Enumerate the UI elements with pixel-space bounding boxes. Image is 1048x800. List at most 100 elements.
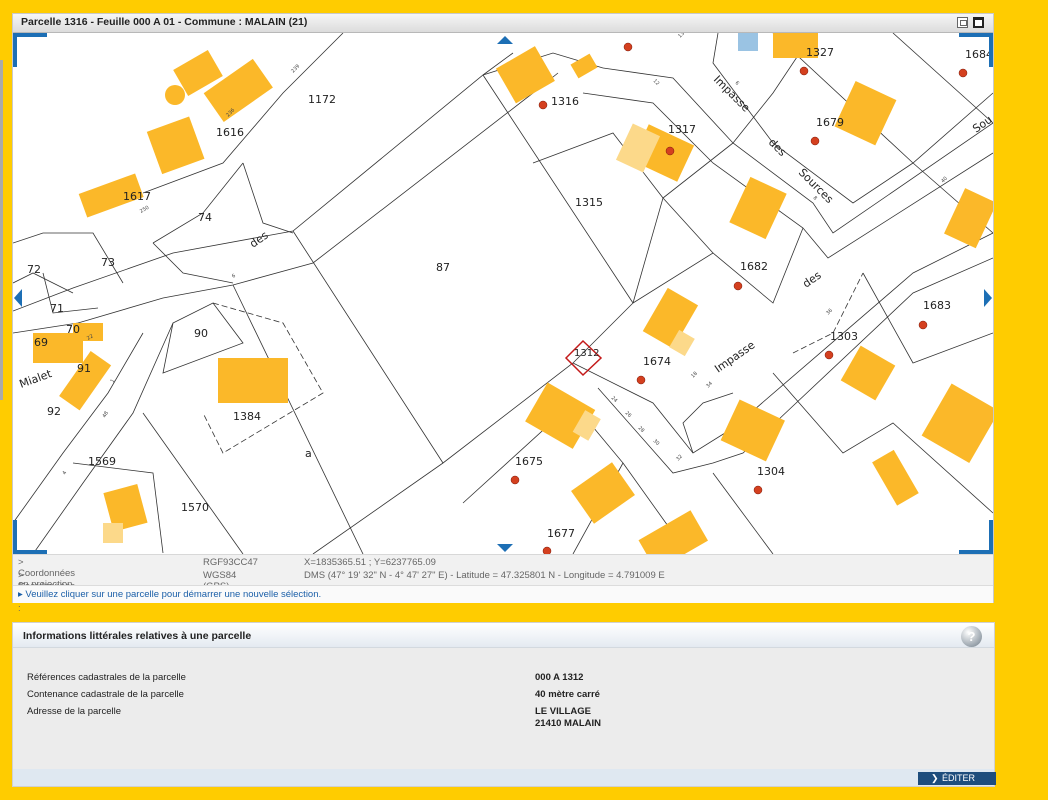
house-number: 13 (677, 33, 686, 39)
parcel-label: 1570 (181, 501, 209, 514)
house-number: 28 (637, 425, 646, 434)
pan-north-icon[interactable] (497, 36, 513, 44)
street-label: Mialet (18, 367, 55, 391)
chevron-right-icon: ❯ (931, 773, 939, 783)
cadastral-area-value: 40 mètre carré (535, 689, 600, 700)
parcel-label: 1317 (668, 123, 696, 136)
parcel-label: 90 (194, 327, 208, 340)
projection-value: X=1835365.51 ; Y=6237765.09 (304, 557, 436, 568)
parcel-label: 71 (50, 302, 64, 315)
parcel-label: 69 (34, 336, 48, 349)
status-bar: ▸ Veuillez cliquer sur une parcelle pour… (13, 585, 993, 603)
parcel-label: 1312 (574, 348, 599, 359)
parcel-label: 1304 (757, 465, 785, 478)
cadastral-reference-value: 000 A 1312 (535, 672, 584, 683)
map-panel: Parcelle 1316 - Feuille 000 A 01 - Commu… (12, 13, 994, 614)
house-number: 32 (675, 454, 684, 463)
street-label: des (247, 228, 271, 250)
parcel-address-label: Adresse de la parcelle (27, 706, 121, 717)
parcel-label: 91 (77, 362, 91, 375)
status-message: ▸ Veuillez cliquer sur une parcelle pour… (18, 589, 322, 600)
parcel-label: 1684 (965, 48, 993, 61)
house-number: 12 (652, 78, 661, 87)
projection-system: RGF93CC47 (203, 557, 258, 568)
house-number: 26 (624, 410, 633, 419)
house-number: 239 (290, 63, 301, 74)
parcel-label: 1303 (830, 330, 858, 343)
pan-west-icon[interactable] (14, 289, 22, 307)
map-title: Parcelle 1316 - Feuille 000 A 01 - Commu… (21, 16, 308, 28)
parcel-label: 87 (436, 261, 450, 274)
parcel-label: 1616 (216, 126, 244, 139)
parcel-label: 1316 (551, 95, 579, 108)
parcel-label: 1674 (643, 355, 671, 368)
house-number: 40 (940, 176, 949, 185)
parcel-boundary (312, 462, 444, 554)
parcel-boundary (152, 162, 244, 244)
street-label: Impasse (712, 338, 757, 375)
left-edge-shadow (0, 60, 3, 400)
building-layer (33, 33, 993, 554)
parcel-label: 1384 (233, 410, 261, 423)
parcel-label: 1327 (806, 46, 834, 59)
restore-window-icon[interactable] (957, 17, 968, 28)
parcel-label: 74 (198, 211, 212, 224)
parcel-boundary (892, 33, 993, 124)
house-number: 18 (690, 371, 699, 380)
house-number: 34 (705, 381, 714, 390)
cadastral-reference-label: Références cadastrales de la parcelle (27, 672, 186, 683)
maximize-window-icon[interactable] (973, 17, 984, 28)
house-number: 48 (102, 410, 110, 419)
house-number: 36 (825, 308, 834, 317)
house-number: 30 (652, 438, 661, 447)
geo-value: DMS (47° 19' 32" N - 4° 47' 27" E) - Lat… (304, 570, 665, 581)
edit-button[interactable]: ❯ ÉDITER (918, 772, 996, 785)
info-header: Informations littérales relatives à une … (13, 623, 994, 648)
parcel-label: a (305, 447, 312, 460)
cadastral-map[interactable]: 1172 1616 1617 74 73 72 71 70 69 91 92 9… (13, 33, 993, 554)
coordinates-bar: > Coordonnées en projection : RGF93CC47 … (13, 554, 993, 614)
info-title: Informations littérales relatives à une … (23, 630, 252, 642)
house-number: 6 (231, 273, 237, 280)
house-number: 1 (110, 378, 117, 384)
house-number: 8 (812, 195, 818, 201)
parcel-boundary (142, 412, 244, 554)
parcel-info-panel: Informations littérales relatives à une … (12, 622, 996, 787)
parcel-label: 1683 (923, 299, 951, 312)
street-label: des (766, 136, 789, 159)
parcel-boundary (712, 472, 774, 554)
parcel-label: 1569 (88, 455, 116, 468)
parcel-label: 1677 (547, 527, 575, 540)
parcel-label: 1675 (515, 455, 543, 468)
parcel-label: 1682 (740, 260, 768, 273)
parcel-label: 1315 (575, 196, 603, 209)
parcel-address-line1: LE VILLAGE (535, 706, 591, 717)
street-label: des (800, 268, 824, 290)
water-area (738, 33, 758, 51)
road-edge (582, 92, 993, 259)
pan-east-icon[interactable] (984, 289, 992, 307)
house-number: 250 (139, 205, 150, 215)
parcel-label: 70 (66, 323, 80, 336)
edit-button-label: ÉDITER (942, 773, 976, 783)
parcel-address-line2: 21410 MALAIN (535, 718, 601, 729)
cadastral-area-label: Contenance cadastrale de la parcelle (27, 689, 184, 700)
map-titlebar: Parcelle 1316 - Feuille 000 A 01 - Commu… (13, 14, 993, 33)
parcel-boundary (662, 197, 714, 254)
pan-south-icon[interactable] (497, 544, 513, 552)
parcel-boundary (632, 227, 804, 304)
parcel-label: 92 (47, 405, 61, 418)
house-number: 6 (734, 80, 740, 86)
house-number: 4 (62, 470, 69, 476)
help-icon[interactable]: ? (961, 626, 982, 647)
parcel-label: 1172 (308, 93, 336, 106)
street-label: Sou (970, 113, 993, 136)
info-footer: ❯ ÉDITER (13, 769, 996, 786)
house-number-layer: 239 236 250 6 22 1 48 4 12 13 18 24 26 2… (62, 33, 949, 476)
parcel-label: 73 (101, 256, 115, 269)
street-label: Impasse (711, 73, 753, 115)
parcel-label: 1617 (123, 190, 151, 203)
parcel-label: 1679 (816, 116, 844, 129)
parcel-boundary (242, 162, 294, 234)
parcel-label: 72 (27, 263, 41, 276)
